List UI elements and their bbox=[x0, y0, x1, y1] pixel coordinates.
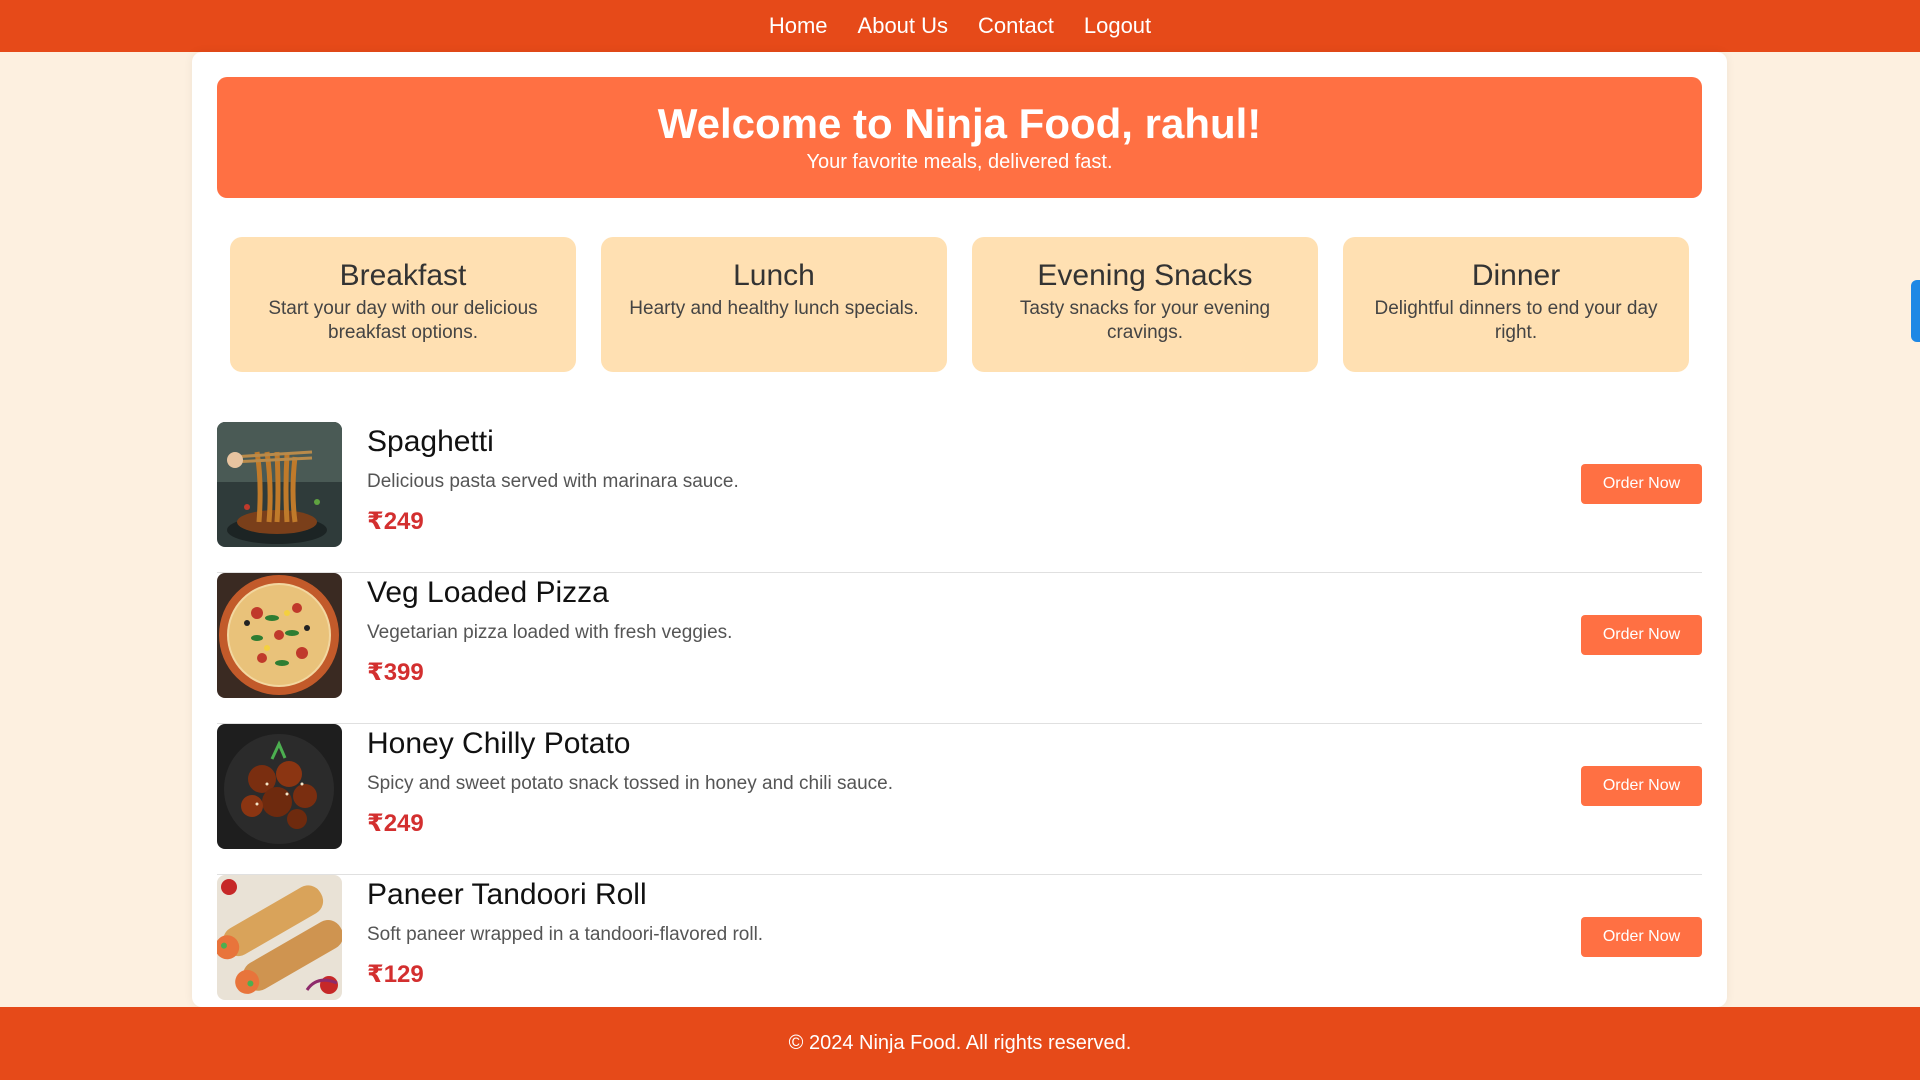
item-name: Spaghetti bbox=[367, 425, 494, 458]
spaghetti-image bbox=[217, 422, 342, 547]
nav-home-link[interactable]: Home bbox=[769, 13, 828, 39]
pizza-image bbox=[217, 573, 342, 698]
footer-text: © 2024 Ninja Food. All rights reserved. bbox=[788, 1032, 1132, 1054]
menu-item-paneer-tandoori-roll: Paneer Tandoori Roll Soft paneer wrapped… bbox=[217, 875, 1702, 1026]
welcome-banner: Welcome to Ninja Food, rahul! Your favor… bbox=[217, 77, 1702, 198]
menu-item-spaghetti: Spaghetti Delicious pasta served with ma… bbox=[217, 422, 1702, 573]
item-description: Vegetarian pizza loaded with fresh veggi… bbox=[367, 622, 733, 643]
item-name: Veg Loaded Pizza bbox=[367, 576, 609, 609]
tandoori-roll-image bbox=[217, 875, 342, 1000]
item-description: Delicious pasta served with marinara sau… bbox=[367, 471, 739, 492]
top-navbar: Home About Us Contact Logout bbox=[0, 0, 1920, 52]
category-card-lunch[interactable]: Lunch Hearty and healthy lunch specials. bbox=[601, 237, 947, 372]
category-desc: Start your day with our delicious breakf… bbox=[268, 298, 538, 343]
item-info: Veg Loaded Pizza Vegetarian pizza loaded… bbox=[367, 573, 732, 687]
item-name: Honey Chilly Potato bbox=[367, 727, 631, 760]
order-now-button[interactable]: Order Now bbox=[1581, 917, 1702, 957]
order-now-button[interactable]: Order Now bbox=[1581, 464, 1702, 504]
item-price: ₹399 bbox=[367, 659, 424, 686]
item-price: ₹249 bbox=[367, 810, 424, 837]
nav-contact-link[interactable]: Contact bbox=[978, 13, 1054, 39]
order-now-button[interactable]: Order Now bbox=[1581, 615, 1702, 655]
category-desc: Hearty and healthy lunch specials. bbox=[629, 298, 919, 319]
order-now-button[interactable]: Order Now bbox=[1581, 766, 1702, 806]
chilly-potato-image bbox=[217, 724, 342, 849]
category-card-breakfast[interactable]: Breakfast Start your day with our delici… bbox=[230, 237, 576, 372]
item-name: Paneer Tandoori Roll bbox=[367, 878, 647, 911]
category-title: Breakfast bbox=[339, 259, 467, 292]
category-list: Breakfast Start your day with our delici… bbox=[230, 237, 1689, 372]
menu-item-veg-loaded-pizza: Veg Loaded Pizza Vegetarian pizza loaded… bbox=[217, 573, 1702, 724]
item-info: Paneer Tandoori Roll Soft paneer wrapped… bbox=[367, 875, 763, 989]
item-price: ₹129 bbox=[367, 961, 424, 988]
item-info: Honey Chilly Potato Spicy and sweet pota… bbox=[367, 724, 893, 838]
category-desc: Tasty snacks for your evening cravings. bbox=[1019, 298, 1271, 343]
main-container: Welcome to Ninja Food, rahul! Your favor… bbox=[192, 52, 1727, 1007]
welcome-title: Welcome to Ninja Food, rahul! bbox=[657, 100, 1262, 147]
menu-list: Spaghetti Delicious pasta served with ma… bbox=[217, 422, 1702, 1026]
category-card-evening-snacks[interactable]: Evening Snacks Tasty snacks for your eve… bbox=[972, 237, 1318, 372]
category-title: Dinner bbox=[1471, 259, 1561, 292]
page-footer: © 2024 Ninja Food. All rights reserved. bbox=[0, 1007, 1920, 1080]
category-desc: Delightful dinners to end your day right… bbox=[1374, 298, 1658, 343]
welcome-subtitle: Your favorite meals, delivered fast. bbox=[806, 151, 1113, 173]
nav-about-link[interactable]: About Us bbox=[858, 13, 949, 39]
item-price: ₹249 bbox=[367, 508, 424, 535]
item-description: Soft paneer wrapped in a tandoori-flavor… bbox=[367, 924, 764, 945]
menu-item-honey-chilly-potato: Honey Chilly Potato Spicy and sweet pota… bbox=[217, 724, 1702, 875]
item-description: Spicy and sweet potato snack tossed in h… bbox=[367, 773, 893, 794]
side-feedback-tab[interactable] bbox=[1911, 280, 1920, 342]
item-info: Spaghetti Delicious pasta served with ma… bbox=[367, 422, 739, 536]
category-title: Lunch bbox=[733, 259, 815, 292]
category-card-dinner[interactable]: Dinner Delightful dinners to end your da… bbox=[1343, 237, 1689, 372]
nav-logout-link[interactable]: Logout bbox=[1084, 13, 1151, 39]
category-title: Evening Snacks bbox=[1037, 259, 1253, 292]
